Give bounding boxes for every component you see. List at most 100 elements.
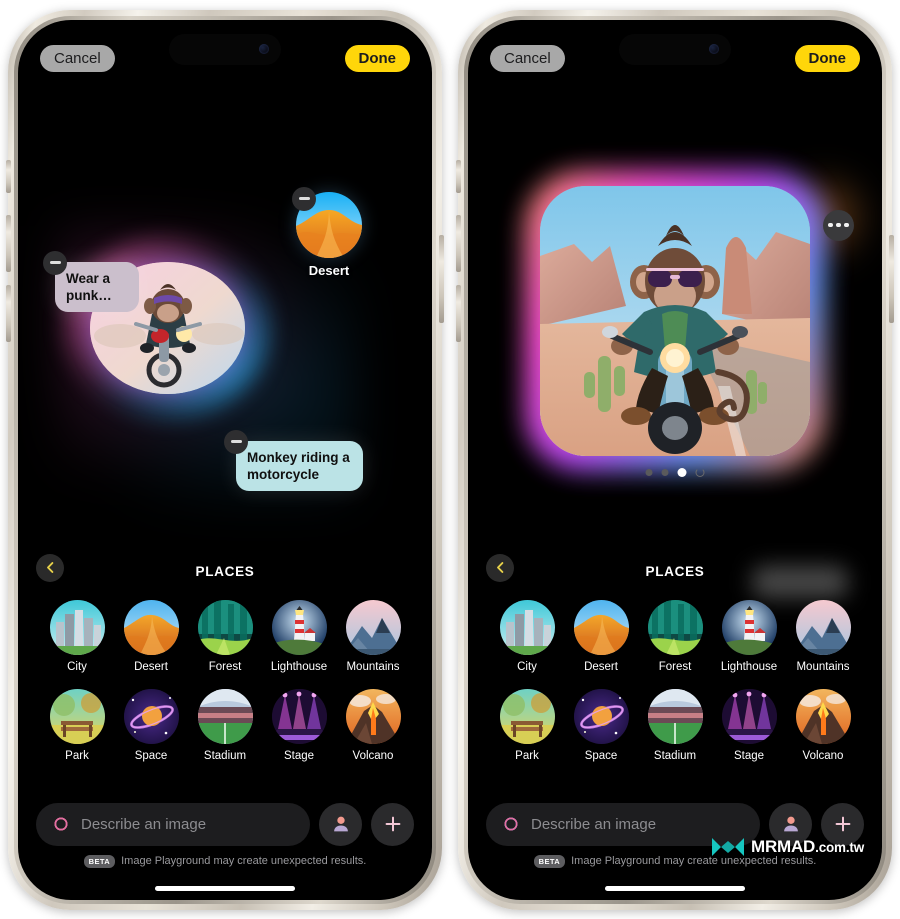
place-cell-space[interactable]: Space bbox=[114, 688, 188, 762]
volume-up-button[interactable] bbox=[456, 214, 461, 272]
place-cell-lighthouse[interactable]: Lighthouse bbox=[712, 599, 786, 673]
remove-concept-button[interactable] bbox=[292, 186, 316, 211]
place-cell-label: Park bbox=[65, 749, 89, 762]
space-thumbnail bbox=[573, 688, 629, 744]
place-cell-desert[interactable]: Desert bbox=[564, 599, 638, 673]
describe-placeholder: Describe an image bbox=[81, 815, 207, 833]
volume-down-button[interactable] bbox=[456, 284, 461, 342]
remove-chip-button[interactable] bbox=[43, 250, 67, 275]
space-thumbnail bbox=[123, 688, 179, 744]
remove-chip-button[interactable] bbox=[224, 429, 248, 454]
screen-left: Cancel Done Desert Wear a punk… Monkey r… bbox=[18, 19, 432, 900]
input-bar: Describe an image bbox=[468, 802, 882, 846]
place-cell-park[interactable]: Park bbox=[40, 688, 114, 762]
place-cell-label: City bbox=[517, 660, 537, 673]
prompt-chip-punk[interactable]: Wear a punk… bbox=[43, 250, 139, 313]
stage-thumbnail bbox=[271, 688, 327, 744]
volume-down-button[interactable] bbox=[6, 284, 11, 342]
mountains-thumbnail bbox=[795, 599, 851, 655]
picker-title: PLACES bbox=[645, 564, 705, 579]
volume-up-button[interactable] bbox=[6, 214, 11, 272]
place-cell-label: Stage bbox=[733, 749, 765, 762]
volcano-thumbnail bbox=[795, 688, 851, 744]
concept-chip-desert[interactable]: Desert bbox=[292, 186, 362, 278]
place-cell-forest[interactable]: Forest bbox=[638, 599, 712, 673]
mountains-thumbnail bbox=[345, 599, 401, 655]
place-cell-label: Volcano bbox=[802, 749, 844, 762]
place-cell-volcano[interactable]: Volcano bbox=[786, 688, 860, 762]
concept-chip-label: Desert bbox=[308, 262, 350, 278]
place-cell-label: Park bbox=[515, 749, 539, 762]
plus-icon bbox=[835, 816, 850, 832]
place-cell-label: Forest bbox=[658, 660, 692, 673]
power-button[interactable] bbox=[439, 234, 444, 323]
describe-placeholder: Describe an image bbox=[531, 815, 657, 833]
top-bar-left: Cancel Done bbox=[18, 44, 432, 74]
place-cell-stage[interactable]: Stage bbox=[262, 688, 336, 762]
power-button[interactable] bbox=[889, 234, 894, 323]
phone-left: Cancel Done Desert Wear a punk… Monkey r… bbox=[6, 9, 444, 910]
action-button[interactable] bbox=[456, 159, 461, 193]
home-indicator[interactable] bbox=[155, 885, 295, 891]
done-button[interactable]: Done bbox=[794, 45, 860, 72]
describe-field[interactable]: Describe an image bbox=[486, 802, 760, 846]
place-cell-label: Stadium bbox=[653, 749, 697, 762]
place-cell-label: Stage bbox=[283, 749, 315, 762]
action-button[interactable] bbox=[6, 159, 11, 193]
ellipsis-dot bbox=[828, 222, 833, 228]
screen-right: Cancel Done PLACES City Desert Forest Li… bbox=[468, 19, 882, 900]
person-button[interactable] bbox=[319, 802, 362, 846]
add-button[interactable] bbox=[371, 802, 414, 846]
disclaimer: BETA Image Playground may create unexpec… bbox=[18, 854, 432, 868]
page-dot[interactable] bbox=[645, 468, 653, 476]
place-cell-label: Space bbox=[584, 749, 618, 762]
place-cell-city[interactable]: City bbox=[490, 599, 564, 673]
place-cell-city[interactable]: City bbox=[40, 599, 114, 673]
cancel-button[interactable]: Cancel bbox=[40, 45, 115, 72]
generated-image-card[interactable] bbox=[526, 171, 824, 470]
chevron-left-icon bbox=[46, 562, 53, 573]
forest-thumbnail bbox=[197, 599, 253, 655]
describe-field[interactable]: Describe an image bbox=[36, 802, 310, 846]
place-cell-mountains[interactable]: Mountains bbox=[786, 599, 860, 673]
back-button[interactable] bbox=[36, 553, 64, 582]
beta-badge: BETA bbox=[533, 854, 566, 868]
place-cell-lighthouse[interactable]: Lighthouse bbox=[262, 599, 336, 673]
place-cell-desert[interactable]: Desert bbox=[114, 599, 188, 673]
lighthouse-thumbnail bbox=[721, 599, 777, 655]
generated-image bbox=[540, 185, 810, 456]
cancel-button[interactable]: Cancel bbox=[490, 45, 565, 72]
add-button[interactable] bbox=[821, 802, 864, 846]
home-indicator[interactable] bbox=[605, 885, 745, 891]
disclaimer: BETA Image Playground may create unexpec… bbox=[468, 854, 882, 868]
page-dot[interactable] bbox=[661, 468, 669, 476]
stadium-thumbnail bbox=[197, 688, 253, 744]
place-cell-stadium[interactable]: Stadium bbox=[188, 688, 262, 762]
more-options-button[interactable] bbox=[823, 209, 854, 241]
stadium-thumbnail bbox=[647, 688, 703, 744]
place-cell-park[interactable]: Park bbox=[490, 688, 564, 762]
picker-title: PLACES bbox=[195, 564, 255, 579]
places-grid: City Desert Forest Lighthouse Mountains … bbox=[468, 594, 882, 762]
beta-badge: BETA bbox=[83, 854, 116, 868]
place-cell-forest[interactable]: Forest bbox=[188, 599, 262, 673]
prompt-chip-label: Monkey riding a motorcycle bbox=[247, 449, 350, 482]
place-cell-label: Stadium bbox=[203, 749, 247, 762]
picker-header: PLACES bbox=[468, 550, 882, 594]
place-cell-mountains[interactable]: Mountains bbox=[336, 599, 410, 673]
place-cell-space[interactable]: Space bbox=[564, 688, 638, 762]
phone-right: Cancel Done PLACES City Desert Forest Li… bbox=[456, 9, 894, 910]
place-cell-label: Desert bbox=[134, 660, 168, 673]
prompt-chip-label: Wear a punk… bbox=[66, 270, 112, 303]
prompt-chip-motorcycle[interactable]: Monkey riding a motorcycle bbox=[224, 429, 363, 492]
done-button[interactable]: Done bbox=[344, 45, 410, 72]
place-cell-stage[interactable]: Stage bbox=[712, 688, 786, 762]
desert-thumbnail bbox=[573, 599, 629, 655]
page-dots[interactable] bbox=[645, 467, 705, 477]
person-button[interactable] bbox=[769, 802, 812, 846]
page-dot-active[interactable] bbox=[677, 467, 687, 477]
place-cell-volcano[interactable]: Volcano bbox=[336, 688, 410, 762]
city-thumbnail bbox=[499, 599, 555, 655]
back-button[interactable] bbox=[486, 553, 514, 582]
place-cell-stadium[interactable]: Stadium bbox=[638, 688, 712, 762]
